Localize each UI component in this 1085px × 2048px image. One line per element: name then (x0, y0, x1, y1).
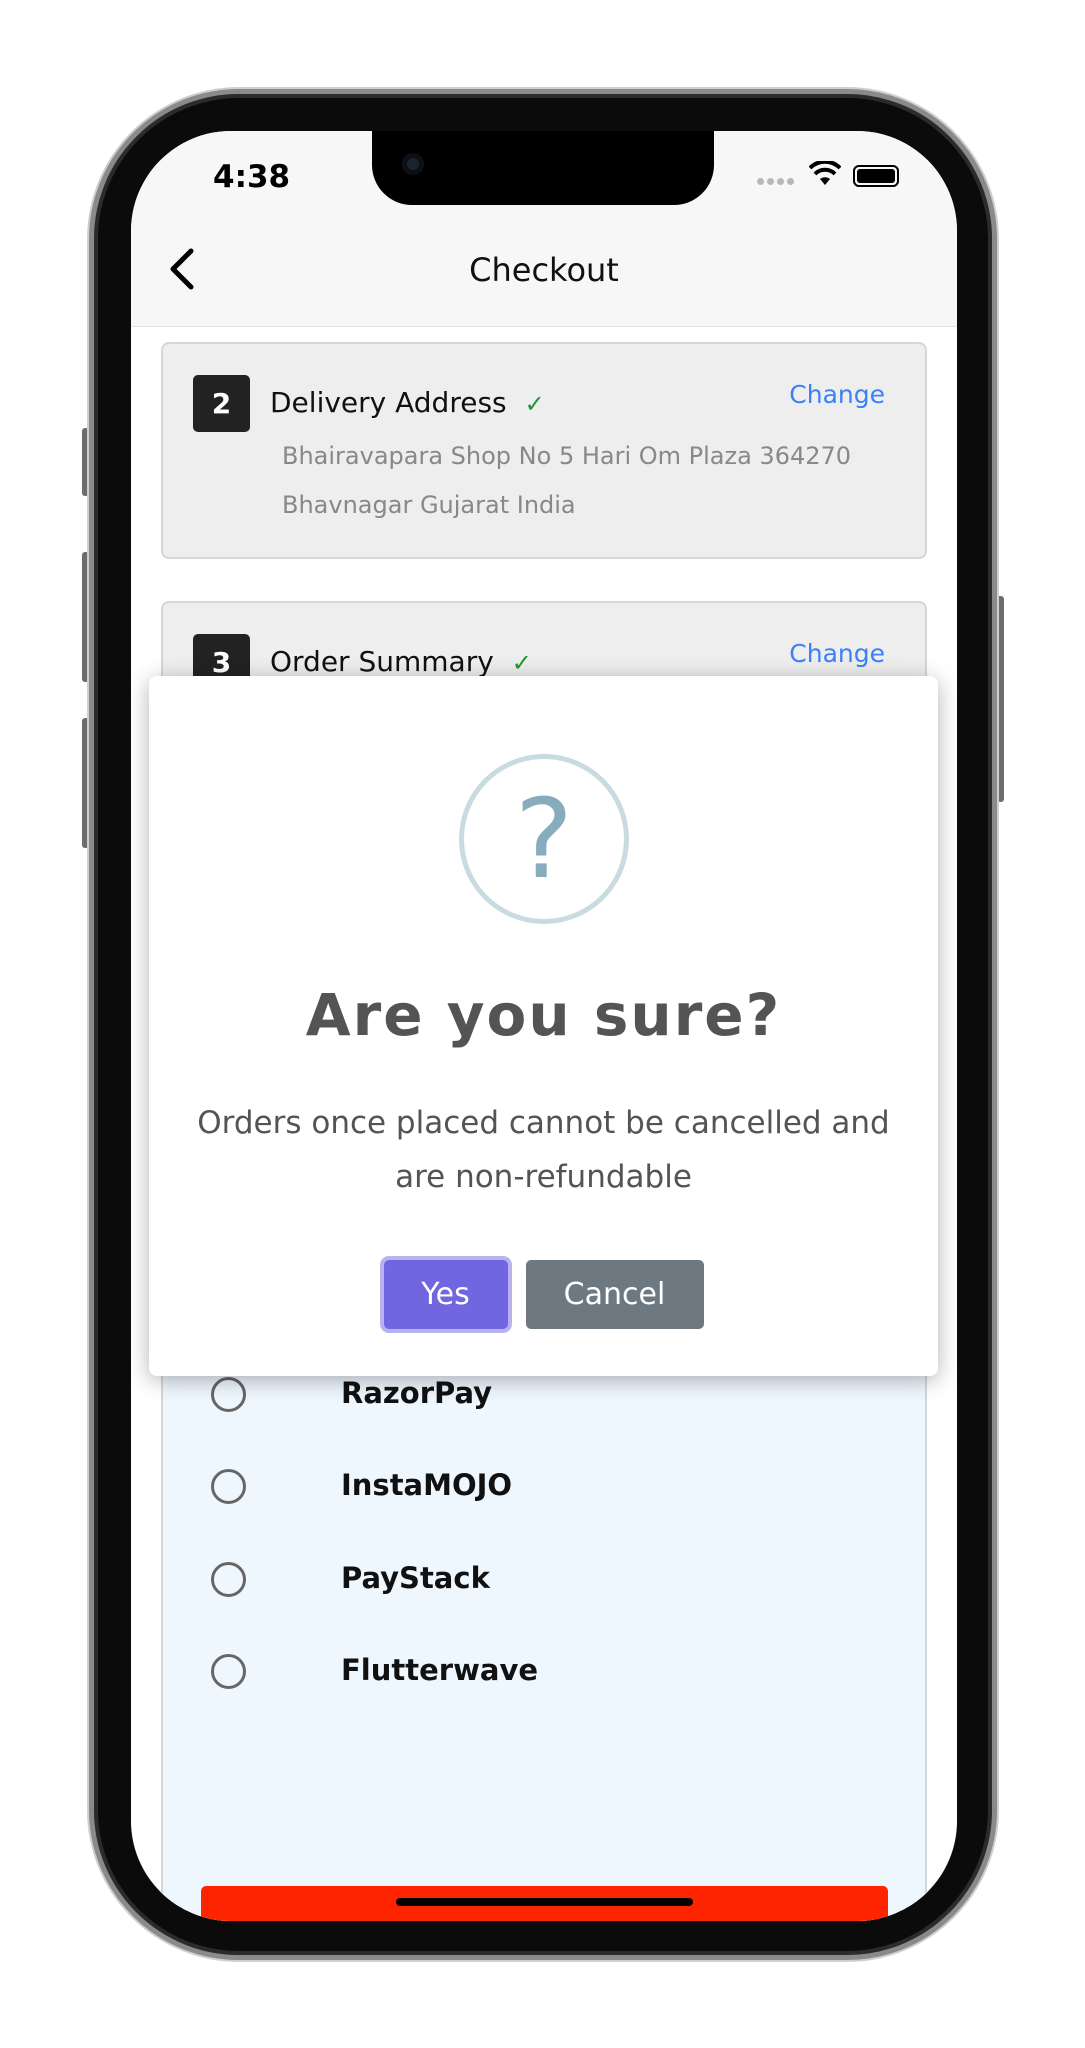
payment-label: PayStack (341, 1561, 490, 1595)
power-button (997, 596, 1004, 802)
check-icon: ✓ (524, 390, 545, 418)
dialog-title: Are you sure? (305, 981, 782, 1049)
radio-button[interactable] (211, 1654, 246, 1689)
payment-option-flutterwave[interactable]: Flutterwave (163, 1641, 925, 1701)
delivery-address-card: 2 Delivery Address ✓ Change Bhairavapara … (161, 342, 927, 559)
cancel-button[interactable]: Cancel (525, 1260, 704, 1329)
wifi-icon (809, 161, 841, 185)
confirm-dialog: ? Are you sure? Orders once placed canno… (149, 676, 938, 1376)
volume-down-button (82, 718, 89, 848)
card-title: Order Summary ✓ (270, 645, 532, 678)
payment-label: Flutterwave (341, 1653, 539, 1687)
payment-option-instamojo[interactable]: InstaMOJO (163, 1456, 925, 1516)
dialog-message: Orders once placed cannot be cancelled a… (197, 1105, 890, 1195)
change-address-link[interactable]: Change (789, 380, 885, 409)
delivery-title: Delivery Address (270, 386, 507, 419)
address-line-2: Bhavnagar Gujarat India (282, 491, 576, 519)
yes-button[interactable]: Yes (383, 1260, 508, 1329)
page-title: Checkout (469, 251, 619, 289)
payment-label: RazorPay (341, 1376, 493, 1410)
signal-icon (757, 178, 794, 185)
radio-button[interactable] (211, 1562, 246, 1597)
status-time: 4:38 (213, 159, 291, 195)
change-order-link[interactable]: Change (789, 639, 885, 668)
question-icon: ? (459, 754, 629, 924)
dialog-actions: Yes Cancel (149, 1260, 938, 1329)
screen: 4:38 Checkout 2 Delivery Address ✓ Change… (131, 131, 957, 1921)
volume-up-button (82, 552, 89, 682)
payment-methods: RazorPay InstaMOJO PayStack Flutterwave … (161, 1351, 927, 1921)
home-indicator[interactable] (396, 1898, 693, 1906)
step-badge: 2 (193, 375, 250, 432)
radio-button[interactable] (211, 1469, 246, 1504)
order-summary-title: Order Summary (270, 645, 494, 678)
notch (372, 131, 714, 205)
payment-label: InstaMOJO (341, 1468, 513, 1502)
address-line-1: Bhairavapara Shop No 5 Hari Om Plaza 364… (282, 442, 852, 470)
radio-button[interactable] (211, 1377, 246, 1412)
card-title: Delivery Address ✓ (270, 386, 545, 419)
mute-switch (82, 428, 89, 496)
payment-option-paystack[interactable]: PayStack (163, 1549, 925, 1609)
check-icon: ✓ (511, 649, 532, 677)
battery-icon (853, 165, 899, 187)
camera-icon (402, 153, 424, 175)
app-header: Checkout (131, 209, 957, 327)
